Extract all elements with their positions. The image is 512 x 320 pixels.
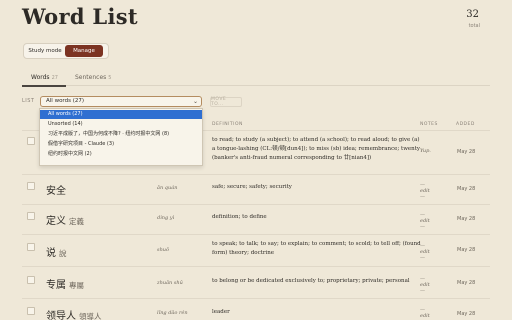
term-simplified: 说 bbox=[46, 248, 56, 259]
total-count: 32 bbox=[466, 9, 479, 20]
table-row: 定义 定義 dìng yì definition; to define — edi… bbox=[22, 204, 490, 234]
definition-text: to belong or be dedicated exclusively to… bbox=[212, 278, 410, 284]
term-simplified: 安全 bbox=[46, 186, 66, 197]
column-notes: NOTES bbox=[420, 122, 438, 127]
pinyin-text: ān quán bbox=[157, 185, 178, 191]
term-text: 安全 bbox=[46, 182, 66, 197]
list-label: LIST bbox=[22, 98, 35, 104]
edit-note-link[interactable]: — edit — bbox=[420, 276, 436, 294]
dropdown-option[interactable]: 习近平成版了，中国为何成不降? · 纽约时报中文网 (8) bbox=[40, 130, 202, 139]
definition-text: safe; secure; safety; security bbox=[212, 184, 292, 190]
note-text[interactable]: Yup. bbox=[420, 148, 431, 154]
definition-text: to read; to study (a subject); to attend… bbox=[212, 137, 421, 161]
dropdown-option[interactable]: 纽约时报中文网 (2) bbox=[40, 150, 202, 159]
page-title: Word List bbox=[22, 4, 138, 29]
tab-sentences-label: Sentences bbox=[75, 74, 107, 81]
pinyin-text: zhuān shǔ bbox=[157, 280, 183, 286]
pinyin-text: lǐng dǎo rén bbox=[157, 310, 188, 316]
dropdown-option[interactable]: 假借字研究项目 - Claude (3) bbox=[40, 140, 202, 149]
column-definition: DEFINITION bbox=[212, 122, 243, 127]
tab-sentences-count: 5 bbox=[108, 75, 112, 81]
mode-switch: Study mode Manage bbox=[23, 43, 109, 59]
term-text: 说說 bbox=[46, 244, 67, 259]
edit-note-link[interactable]: — edit — bbox=[420, 182, 436, 200]
row-checkbox[interactable] bbox=[27, 137, 35, 145]
tab-words-label: Words bbox=[31, 74, 50, 81]
row-checkbox[interactable] bbox=[27, 307, 35, 315]
dropdown-option[interactable]: All words (27) bbox=[40, 110, 202, 119]
added-date: May 28 bbox=[457, 247, 476, 253]
term-text: 定义 定義 bbox=[46, 212, 84, 227]
table-row: 专属 專屬 zhuān shǔ to belong or be dedicated… bbox=[22, 266, 490, 298]
edit-note-link[interactable]: — edit — bbox=[420, 243, 436, 261]
list-select[interactable]: All words (27) ⌄ bbox=[40, 96, 202, 107]
study-mode-button[interactable]: Study mode bbox=[25, 45, 65, 57]
term-text: 专属 專屬 bbox=[46, 276, 84, 291]
manage-mode-button[interactable]: Manage bbox=[65, 45, 103, 57]
row-checkbox[interactable] bbox=[27, 212, 35, 220]
tab-words-count: 27 bbox=[51, 75, 58, 81]
list-dropdown-menu: All words (27) Unsorted (14) 习近平成版了，中国为何… bbox=[39, 108, 203, 166]
term-traditional: 說 bbox=[59, 249, 67, 258]
active-tab-indicator bbox=[22, 85, 66, 87]
added-date: May 28 bbox=[457, 280, 476, 286]
term-simplified: 专属 bbox=[46, 280, 66, 291]
term-text: 领导人 領導人 bbox=[46, 307, 102, 320]
added-date: May 28 bbox=[457, 186, 476, 192]
table-row: 安全 ān quán safe; secure; safety; securit… bbox=[22, 174, 490, 204]
chevron-down-icon: ⌄ bbox=[192, 98, 198, 105]
term-traditional: 定義 bbox=[69, 217, 84, 226]
edit-note-link[interactable]: — edit — bbox=[420, 307, 436, 320]
definition-text: to speak; to talk; to say; to explain; t… bbox=[212, 241, 421, 256]
pinyin-text: shuō bbox=[157, 247, 170, 253]
edit-note-link[interactable]: — edit — bbox=[420, 212, 436, 230]
pinyin-text: dìng yì bbox=[157, 215, 175, 221]
dropdown-option[interactable]: Unsorted (14) bbox=[40, 120, 202, 129]
definition-text: leader bbox=[212, 309, 230, 315]
row-checkbox[interactable] bbox=[27, 243, 35, 251]
column-added: ADDED bbox=[456, 122, 475, 127]
list-select-value: All words (27) bbox=[46, 98, 84, 104]
row-checkbox[interactable] bbox=[27, 182, 35, 190]
row-checkbox[interactable] bbox=[27, 276, 35, 284]
term-simplified: 定义 bbox=[46, 216, 66, 227]
tab-bar: Words 27 Sentences 5 bbox=[22, 70, 490, 87]
added-date: May 28 bbox=[457, 216, 476, 222]
tab-words[interactable]: Words 27 bbox=[31, 74, 58, 81]
added-date: May 28 bbox=[457, 311, 476, 317]
total-label: total bbox=[468, 23, 480, 29]
table-row: 领导人領導人 lǐng dǎo rén leader — edit — May … bbox=[22, 298, 490, 320]
definition-text: definition; to define bbox=[212, 214, 267, 220]
term-traditional: 專屬 bbox=[69, 281, 84, 290]
move-to-button[interactable]: MOVE TO... bbox=[210, 97, 242, 107]
term-simplified: 领导人 bbox=[46, 311, 76, 320]
tab-sentences[interactable]: Sentences 5 bbox=[75, 74, 111, 81]
added-date: May 28 bbox=[457, 149, 476, 155]
table-row: 说說 shuō to speak; to talk; to say; to ex… bbox=[22, 234, 490, 266]
term-traditional: 領導人 bbox=[79, 312, 102, 320]
